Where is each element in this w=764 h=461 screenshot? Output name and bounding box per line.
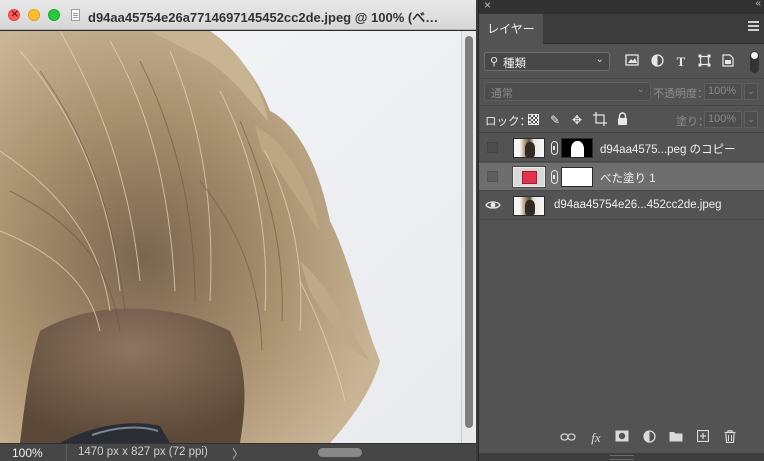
panel-tab-bar: レイヤー (479, 14, 764, 44)
layer-mask-thumbnail[interactable] (561, 167, 593, 187)
link-chain-icon[interactable] (551, 141, 558, 155)
new-layer-icon[interactable] (695, 429, 711, 446)
panel-footer: fx (479, 422, 764, 453)
lock-position-icon[interactable]: ✥ (569, 112, 585, 128)
document-title: d94aa45754e26a7714697145452cc2de.jpeg @ … (88, 10, 439, 25)
minimize-window-button[interactable] (28, 9, 40, 21)
trash-icon[interactable] (722, 430, 738, 446)
layer-name[interactable]: d94aa4575...peg のコピー (600, 141, 736, 157)
adjustment-layer-icon[interactable] (641, 430, 657, 446)
close-panel-icon[interactable]: × (484, 0, 491, 12)
tab-layers[interactable]: レイヤー (479, 14, 543, 44)
zoom-window-button[interactable] (48, 9, 60, 21)
visibility-toggle[interactable] (487, 142, 498, 153)
vertical-scrollbar[interactable] (461, 31, 476, 443)
chevron-down-icon: ⌄ (636, 84, 645, 95)
layer-filter-row: ⚲ 種類 ⌄ T (479, 45, 764, 77)
eye-icon[interactable] (485, 198, 501, 212)
blend-opacity-row: 通常 ⌄ 不透明度： 100% ⌄ (479, 78, 764, 104)
group-folder-icon[interactable] (668, 430, 684, 446)
blend-mode-select[interactable]: 通常 ⌄ (484, 82, 651, 101)
image-filter-icon[interactable] (624, 54, 640, 70)
layer-thumbnail[interactable] (513, 196, 545, 216)
visibility-toggle[interactable] (487, 171, 498, 182)
link-layers-icon[interactable] (560, 430, 576, 446)
opacity-label: 不透明度： (653, 88, 708, 100)
collapse-panel-icon[interactable]: « (755, 0, 760, 9)
layer-name[interactable]: d94aa45754e26...452cc2de.jpeg (554, 199, 722, 211)
canvas[interactable] (0, 31, 461, 443)
shape-filter-icon[interactable] (696, 54, 712, 70)
blend-mode-value: 通常 (491, 88, 513, 100)
layer-name[interactable]: べた塗り 1 (600, 170, 656, 186)
lock-artboard-icon[interactable] (592, 112, 608, 128)
filter-toggle-switch[interactable] (750, 51, 759, 73)
chevron-down-icon: ⌄ (595, 54, 604, 65)
status-bar: 100% 1470 px x 827 px (72 ppi) 〉 (0, 443, 476, 461)
opacity-input[interactable]: 100% (704, 83, 742, 100)
adjustment-filter-icon[interactable] (649, 54, 665, 70)
close-window-button[interactable] (8, 7, 20, 21)
panel-menu-icon[interactable] (748, 21, 759, 31)
fill-color-swatch (522, 171, 537, 184)
horizontal-scrollbar-thumb[interactable] (318, 448, 362, 457)
canvas-image (0, 31, 461, 443)
vertical-scrollbar-thumb[interactable] (465, 36, 473, 428)
fill-input[interactable]: 100% (704, 111, 742, 128)
layer-thumbnail[interactable] (513, 138, 545, 158)
zoom-level[interactable]: 100% (12, 446, 43, 460)
layer-row[interactable]: べた塗り 1 (479, 163, 764, 191)
layer-row[interactable]: d94aa4575...peg のコピー (479, 134, 764, 162)
filter-kind-select[interactable]: ⚲ 種類 ⌄ (484, 52, 610, 71)
opacity-dropdown-icon[interactable]: ⌄ (744, 83, 758, 100)
layers-panel: × « レイヤー ⚲ 種類 ⌄ T 通常 ⌄ 不透明度： 100% ⌄ ロック：… (478, 0, 764, 461)
document-info[interactable]: 1470 px x 827 px (72 ppi) (78, 446, 208, 458)
smart-object-filter-icon[interactable] (720, 54, 736, 70)
document-titlebar[interactable]: d94aa45754e26a7714697145452cc2de.jpeg @ … (0, 0, 476, 30)
lock-label: ロック： (485, 116, 531, 128)
filter-kind-label: 種類 (503, 58, 526, 70)
document-window: d94aa45754e26a7714697145452cc2de.jpeg @ … (0, 0, 476, 461)
lock-transparent-pixels-icon[interactable] (528, 114, 539, 125)
lock-row: ロック： ✎ ✥ 塗り： 100% ⌄ (479, 105, 764, 133)
add-mask-icon[interactable] (614, 430, 630, 446)
fill-layer-thumbnail[interactable] (513, 167, 545, 187)
panel-header-bar[interactable]: × « (479, 0, 764, 14)
lock-image-pixels-icon[interactable]: ✎ (547, 112, 563, 128)
fill-dropdown-icon[interactable]: ⌄ (744, 111, 758, 128)
fx-icon[interactable]: fx (588, 430, 604, 446)
link-chain-icon[interactable] (551, 170, 558, 184)
document-icon (71, 9, 80, 21)
layer-mask-thumbnail[interactable] (561, 138, 593, 158)
layer-row[interactable]: d94aa45754e26...452cc2de.jpeg (479, 192, 764, 220)
search-icon: ⚲ (490, 56, 499, 68)
panel-resize-grip[interactable] (479, 453, 764, 461)
status-menu-arrow-icon[interactable]: 〉 (232, 445, 244, 461)
type-filter-icon[interactable]: T (673, 54, 689, 70)
lock-all-icon[interactable] (614, 112, 630, 128)
status-divider (66, 444, 67, 461)
